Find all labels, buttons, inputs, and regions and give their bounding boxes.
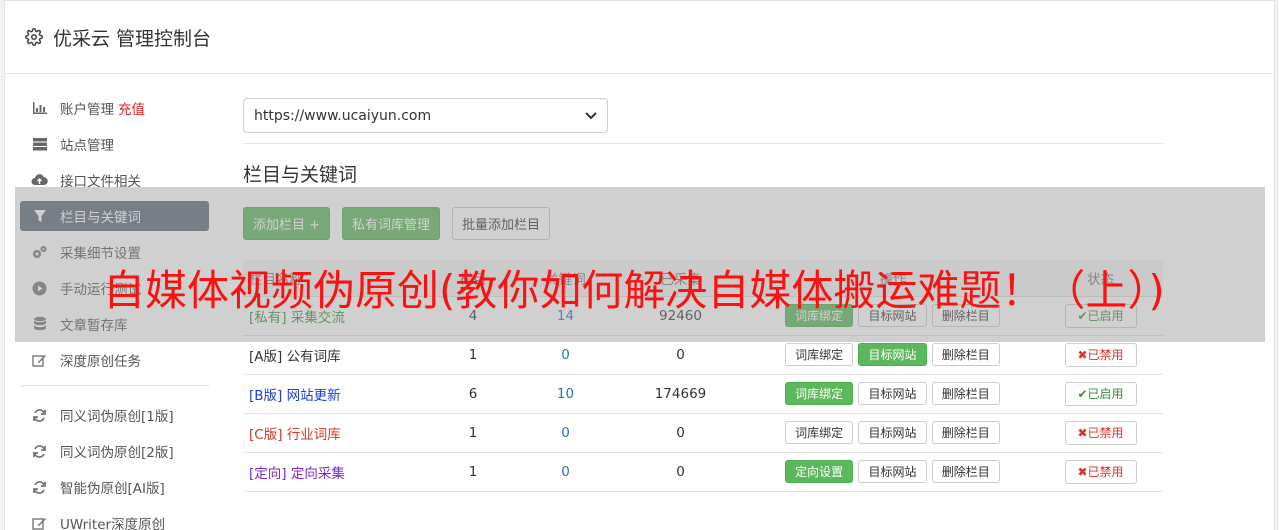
- cell-collected: 0: [613, 452, 748, 492]
- refresh-icon: [31, 443, 48, 460]
- sidebar-item-label: 站点管理: [60, 138, 114, 154]
- column-name[interactable]: [定向] 定向采集: [243, 452, 428, 492]
- targeted-settings-button[interactable]: 定向设置: [785, 460, 854, 483]
- cell-count: 1: [428, 452, 518, 492]
- cell-collected: 0: [613, 413, 748, 453]
- sidebar-divider: [20, 385, 209, 386]
- refresh-icon: [31, 407, 48, 424]
- edit-icon: [31, 515, 48, 530]
- sidebar-item-label: 智能伪原创[AI版]: [60, 481, 165, 497]
- bind-dict-button[interactable]: 词库绑定: [785, 382, 854, 405]
- status-badge[interactable]: ✖ 已禁用: [1064, 459, 1137, 484]
- server-icon: [31, 136, 48, 153]
- sidebar-item-ai-rewrite[interactable]: 智能伪原创[AI版]: [20, 472, 209, 502]
- status-badge[interactable]: ✖ 已禁用: [1064, 342, 1137, 367]
- divider: [243, 143, 1163, 144]
- sidebar-item-label: 同义词伪原创[2版]: [60, 445, 174, 461]
- cell-status: ✖ 已禁用: [1038, 452, 1163, 492]
- refresh-icon: [31, 479, 48, 496]
- cell-status: ✖ 已禁用: [1038, 413, 1163, 453]
- cell-actions: 词库绑定 目标网站 删除栏目: [748, 374, 1038, 414]
- cell-collected: 174669: [613, 374, 748, 414]
- target-site-button[interactable]: 目标网站: [858, 343, 927, 366]
- sidebar-item-synonym-v1[interactable]: 同义词伪原创[1版]: [20, 400, 209, 430]
- section-title: 栏目与关键词: [243, 164, 358, 186]
- sidebar-item-synonym-v2[interactable]: 同义词伪原创[2版]: [20, 436, 209, 466]
- table-row: [B版] 网站更新 6 10 174669 词库绑定 目标网站 删除栏目 ✔ 已…: [243, 374, 1163, 414]
- sidebar-item-account[interactable]: 账户管理 充值: [20, 93, 209, 123]
- delete-column-button[interactable]: 删除栏目: [931, 460, 1000, 483]
- target-site-button[interactable]: 目标网站: [858, 382, 927, 405]
- sidebar-item-sites[interactable]: 站点管理: [20, 129, 209, 159]
- site-select-value: https://www.ucaiyun.com: [254, 107, 432, 124]
- gear-icon: [25, 28, 43, 46]
- table-row: [C版] 行业词库 1 0 0 词库绑定 目标网站 删除栏目 ✖ 已禁用: [243, 413, 1163, 453]
- cloud-upload-icon: [31, 172, 48, 189]
- cell-count: 1: [428, 413, 518, 453]
- delete-column-button[interactable]: 删除栏目: [931, 382, 1000, 405]
- status-badge[interactable]: ✖ 已禁用: [1064, 420, 1137, 445]
- sidebar-item-label: UWriter深度原创: [60, 517, 166, 530]
- recharge-link[interactable]: 充值: [118, 98, 145, 118]
- edit-icon: [31, 352, 48, 369]
- column-name[interactable]: [B版] 网站更新: [243, 374, 428, 414]
- status-badge[interactable]: ✔ 已启用: [1064, 381, 1137, 406]
- cell-status: ✔ 已启用: [1038, 374, 1163, 414]
- chevron-down-icon: [585, 108, 597, 124]
- table-row: [定向] 定向采集 1 0 0 定向设置 目标网站 删除栏目 ✖ 已禁用: [243, 452, 1163, 492]
- cell-keywords[interactable]: 0: [518, 413, 613, 453]
- sidebar-item-label: 账户管理: [60, 102, 114, 118]
- page-title: 优采云 管理控制台: [53, 27, 212, 50]
- cell-keywords[interactable]: 10: [518, 374, 613, 414]
- bind-dict-button[interactable]: 词库绑定: [785, 421, 854, 444]
- bind-dict-button[interactable]: 词库绑定: [785, 343, 854, 366]
- delete-column-button[interactable]: 删除栏目: [931, 343, 1000, 366]
- target-site-button[interactable]: 目标网站: [858, 421, 927, 444]
- sidebar-item-uwriter[interactable]: UWriter深度原创: [20, 508, 209, 530]
- column-name[interactable]: [C版] 行业词库: [243, 413, 428, 453]
- sidebar-item-label: 同义词伪原创[1版]: [60, 409, 174, 425]
- cell-count: 6: [428, 374, 518, 414]
- bar-chart-icon: [31, 100, 48, 117]
- delete-column-button[interactable]: 删除栏目: [931, 421, 1000, 444]
- cell-keywords[interactable]: 0: [518, 452, 613, 492]
- panel-header: 优采云 管理控制台: [5, 1, 1274, 74]
- cell-actions: 词库绑定 目标网站 删除栏目: [748, 413, 1038, 453]
- target-site-button[interactable]: 目标网站: [858, 460, 927, 483]
- site-select[interactable]: https://www.ucaiyun.com: [243, 98, 608, 133]
- sidebar-item-deep-original[interactable]: 深度原创任务: [20, 345, 209, 375]
- cell-actions: 定向设置 目标网站 删除栏目: [748, 452, 1038, 492]
- sidebar-item-label: 深度原创任务: [60, 354, 141, 370]
- overlay-caption: 自媒体视频伪原创(教你如何解决自媒体搬运难题！（上）): [103, 266, 1165, 315]
